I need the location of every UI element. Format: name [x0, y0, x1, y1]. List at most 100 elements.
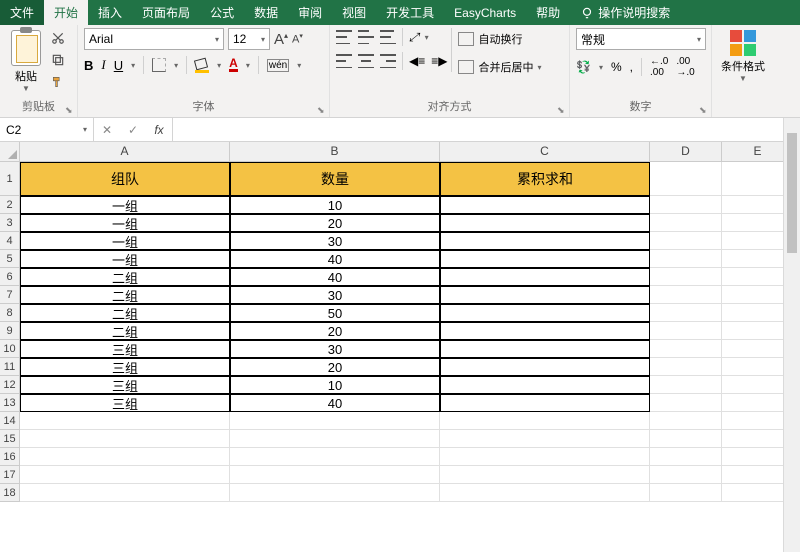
- cell[interactable]: [650, 376, 722, 394]
- italic-button[interactable]: I: [101, 57, 105, 73]
- row-header[interactable]: 18: [0, 484, 20, 502]
- row-header[interactable]: 5: [0, 250, 20, 268]
- cell[interactable]: [650, 394, 722, 412]
- format-painter-button[interactable]: [50, 74, 66, 90]
- cell[interactable]: [440, 358, 650, 376]
- shrink-font-button[interactable]: A▾: [292, 32, 303, 46]
- cell[interactable]: 二组: [20, 304, 230, 322]
- cell[interactable]: 一组: [20, 214, 230, 232]
- number-format-dropdown[interactable]: 常规 ▾: [576, 28, 706, 50]
- cell[interactable]: [230, 430, 440, 448]
- row-header[interactable]: 2: [0, 196, 20, 214]
- row-header[interactable]: 14: [0, 412, 20, 430]
- row-header[interactable]: 16: [0, 448, 20, 466]
- tab-page-layout[interactable]: 页面布局: [132, 0, 200, 25]
- copy-button[interactable]: [50, 52, 66, 68]
- decrease-indent-button[interactable]: ◀≡: [409, 54, 425, 68]
- cell[interactable]: [650, 214, 722, 232]
- tab-home[interactable]: 开始: [44, 0, 88, 25]
- row-header[interactable]: 15: [0, 430, 20, 448]
- cell[interactable]: 40: [230, 394, 440, 412]
- tab-help[interactable]: 帮助: [526, 0, 570, 25]
- cell[interactable]: 30: [230, 340, 440, 358]
- cell[interactable]: [20, 412, 230, 430]
- borders-button[interactable]: [152, 58, 166, 72]
- cell[interactable]: [440, 448, 650, 466]
- align-bottom-button[interactable]: [380, 30, 396, 44]
- cell[interactable]: [440, 286, 650, 304]
- cell[interactable]: [650, 196, 722, 214]
- cell[interactable]: [650, 232, 722, 250]
- chevron-down-icon[interactable]: ▾: [599, 63, 603, 72]
- column-header[interactable]: D: [650, 142, 722, 162]
- cell[interactable]: 组队: [20, 162, 230, 196]
- cell[interactable]: [440, 322, 650, 340]
- cell[interactable]: 累积求和: [440, 162, 650, 196]
- row-header[interactable]: 10: [0, 340, 20, 358]
- cell[interactable]: [440, 304, 650, 322]
- tab-easycharts[interactable]: EasyCharts: [444, 0, 526, 25]
- cell[interactable]: 三组: [20, 358, 230, 376]
- tab-review[interactable]: 审阅: [288, 0, 332, 25]
- cell[interactable]: 一组: [20, 196, 230, 214]
- decrease-decimal-button[interactable]: .00→.0: [676, 56, 694, 78]
- cell[interactable]: [650, 162, 722, 196]
- chevron-down-icon[interactable]: ▾: [246, 61, 250, 70]
- chevron-down-icon[interactable]: ▾: [131, 61, 135, 70]
- chevron-down-icon[interactable]: ▾: [217, 61, 221, 70]
- formula-input[interactable]: [173, 118, 800, 141]
- align-center-button[interactable]: [358, 54, 374, 68]
- cell[interactable]: [230, 412, 440, 430]
- cell[interactable]: 三组: [20, 394, 230, 412]
- cell[interactable]: 一组: [20, 250, 230, 268]
- cell[interactable]: 30: [230, 232, 440, 250]
- cell[interactable]: [650, 286, 722, 304]
- column-header[interactable]: B: [230, 142, 440, 162]
- cut-button[interactable]: [50, 30, 66, 46]
- cell[interactable]: 三组: [20, 340, 230, 358]
- cell[interactable]: [440, 412, 650, 430]
- row-header[interactable]: 13: [0, 394, 20, 412]
- cell[interactable]: [20, 484, 230, 502]
- cell[interactable]: 三组: [20, 376, 230, 394]
- cell[interactable]: 50: [230, 304, 440, 322]
- chevron-down-icon[interactable]: ▾: [425, 33, 429, 42]
- enter-button[interactable]: ✓: [120, 123, 146, 137]
- cell[interactable]: [650, 268, 722, 286]
- cell[interactable]: 二组: [20, 322, 230, 340]
- row-header[interactable]: 1: [0, 162, 20, 196]
- cell[interactable]: [440, 250, 650, 268]
- cell[interactable]: 40: [230, 268, 440, 286]
- chevron-down-icon[interactable]: ▾: [297, 61, 301, 70]
- cell[interactable]: [650, 340, 722, 358]
- cell[interactable]: 30: [230, 286, 440, 304]
- tab-tell-me[interactable]: 操作说明搜索: [570, 0, 680, 25]
- scrollbar-thumb[interactable]: [787, 133, 797, 253]
- column-header[interactable]: C: [440, 142, 650, 162]
- select-all-corner[interactable]: [0, 142, 20, 162]
- vertical-scrollbar[interactable]: [783, 118, 800, 552]
- increase-indent-button[interactable]: ≡▶: [431, 54, 447, 68]
- cell[interactable]: [20, 430, 230, 448]
- row-header[interactable]: 3: [0, 214, 20, 232]
- fill-color-button[interactable]: [195, 59, 209, 71]
- tab-view[interactable]: 视图: [332, 0, 376, 25]
- grow-font-button[interactable]: A▴: [274, 31, 288, 48]
- dialog-launcher-icon[interactable]: ⬊: [317, 105, 327, 115]
- cell[interactable]: [650, 304, 722, 322]
- cell[interactable]: [230, 466, 440, 484]
- cell[interactable]: 10: [230, 196, 440, 214]
- cell[interactable]: [440, 466, 650, 484]
- cell[interactable]: 20: [230, 358, 440, 376]
- cell[interactable]: [650, 412, 722, 430]
- cell[interactable]: 二组: [20, 268, 230, 286]
- cell[interactable]: [650, 448, 722, 466]
- dialog-launcher-icon[interactable]: ⬊: [557, 105, 567, 115]
- dialog-launcher-icon[interactable]: ⬊: [699, 105, 709, 115]
- row-header[interactable]: 9: [0, 322, 20, 340]
- chevron-down-icon[interactable]: ▾: [174, 61, 178, 70]
- font-size-dropdown[interactable]: 12▾: [228, 28, 270, 50]
- tab-data[interactable]: 数据: [244, 0, 288, 25]
- row-header[interactable]: 8: [0, 304, 20, 322]
- phonetic-button[interactable]: wén: [267, 59, 289, 72]
